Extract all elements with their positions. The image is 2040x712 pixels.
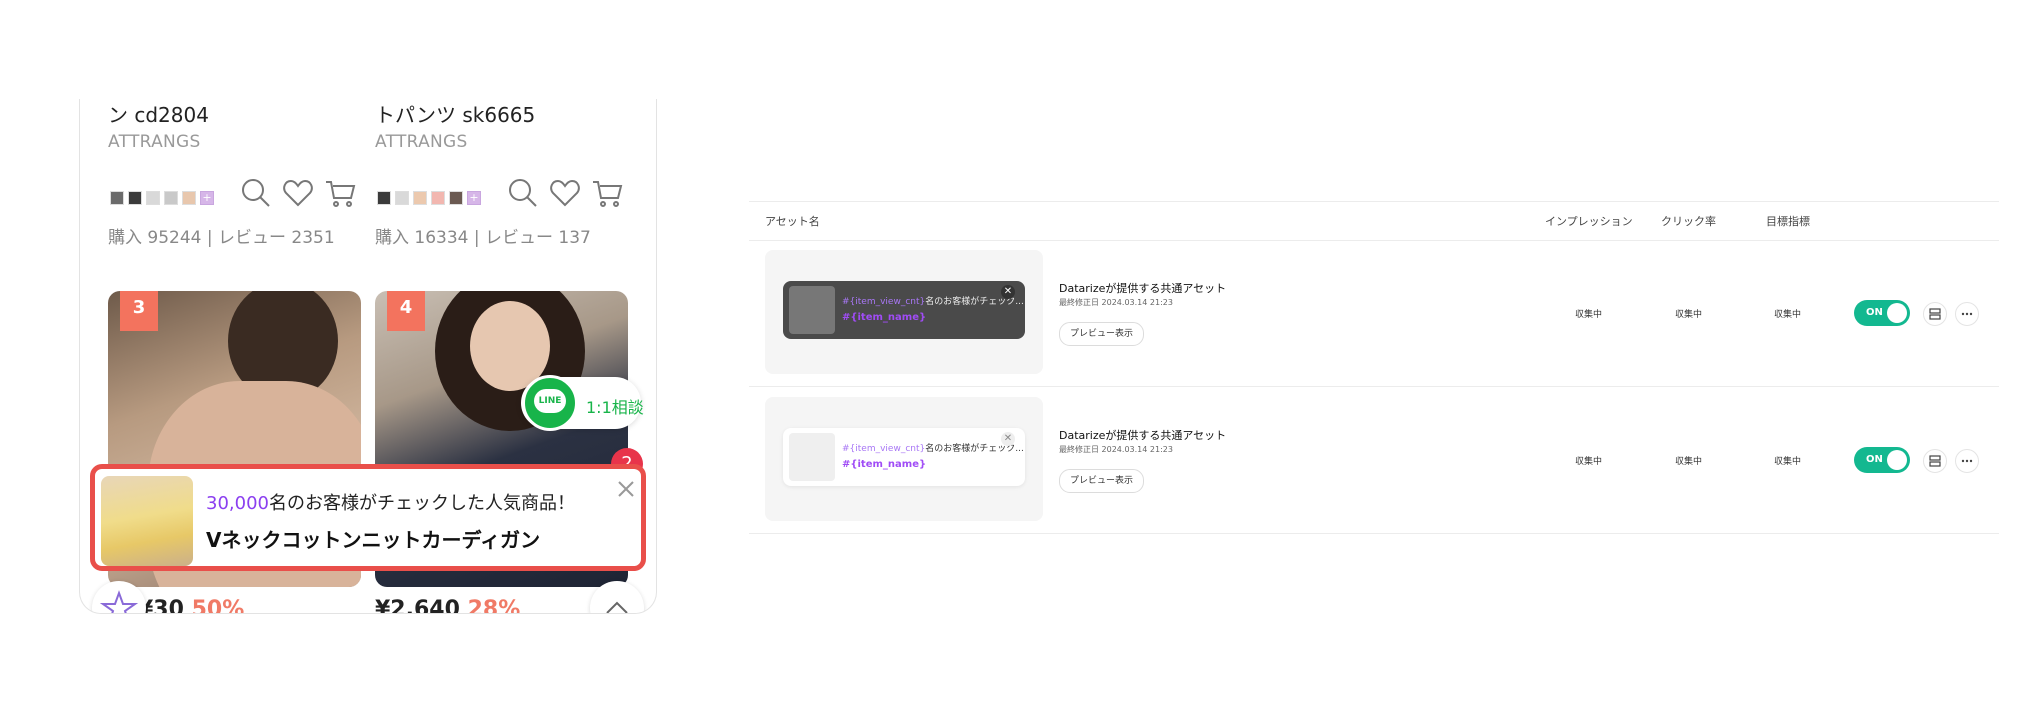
product-name[interactable]: トパンツ sk6665 xyxy=(375,99,535,128)
popup-product-name[interactable]: Vネックコットンニットカーディガン xyxy=(206,524,540,553)
discount-rate: 28% xyxy=(467,597,521,614)
search-icon[interactable] xyxy=(240,177,272,209)
asset-preview: #{item_view_cnt}名のお客様がチェック... #{item_nam… xyxy=(765,397,1043,521)
banner-message: #{item_view_cnt}名のお客様がチェック... xyxy=(842,441,1024,454)
close-icon[interactable] xyxy=(614,477,638,501)
scroll-top-button[interactable] xyxy=(590,581,644,613)
rank-badge: 3 xyxy=(120,291,158,331)
price-value: ¥2,640 xyxy=(375,597,460,614)
product-stats: 購入 95244 | レビュー 2351 xyxy=(108,228,335,248)
line-logo-icon[interactable]: LINE xyxy=(522,375,578,431)
column-asset-name: アセット名 xyxy=(765,215,820,228)
close-icon: ✕ xyxy=(1001,432,1015,446)
impressions-value: 収集中 xyxy=(1575,457,1603,467)
heart-icon[interactable] xyxy=(282,177,314,209)
product-brand: ATTRANGS xyxy=(108,132,201,152)
ellipsis-icon xyxy=(1956,457,1978,476)
table-header: アセット名 インプレッション クリック率 目標指標 xyxy=(749,201,1999,241)
active-toggle[interactable]: ON xyxy=(1854,447,1910,473)
ctr-value: 収集中 xyxy=(1675,310,1703,320)
layout-button[interactable] xyxy=(1923,302,1947,326)
column-ctr: クリック率 xyxy=(1661,215,1716,228)
product-stats: 購入 16334 | レビュー 137 xyxy=(375,228,591,248)
asset-last-modified: 最終修正日 2024.03.14 21:23 xyxy=(1059,445,1173,454)
cart-icon[interactable] xyxy=(591,177,623,209)
banner-item-name: #{item_name} xyxy=(842,459,927,470)
layout-icon xyxy=(1924,455,1946,476)
color-swatches: + xyxy=(110,191,214,205)
line-logo-text: LINE xyxy=(534,389,566,413)
banner-token: #{item_view_cnt} xyxy=(842,444,926,454)
banner-preview: #{item_view_cnt}名のお客様がチェック... #{item_nam… xyxy=(783,281,1025,339)
more-colors-icon: + xyxy=(200,191,214,205)
popular-item-popup[interactable]: 30,000名のお客様がチェックした人気商品！ Vネックコットンニットカーディガ… xyxy=(90,464,646,571)
close-icon: ✕ xyxy=(1001,285,1015,299)
color-swatch xyxy=(413,191,427,205)
preview-button[interactable]: プレビュー表示 xyxy=(1059,469,1145,493)
banner-message: #{item_view_cnt}名のお客様がチェック... xyxy=(842,294,1024,307)
cart-icon[interactable] xyxy=(324,177,356,209)
asset-preview: #{item_view_cnt}名のお客様がチェック... #{item_nam… xyxy=(765,250,1043,374)
banner-item-name: #{item_name} xyxy=(842,312,927,323)
toggle-knob xyxy=(1887,450,1907,470)
heart-icon[interactable] xyxy=(549,177,581,209)
color-swatch xyxy=(431,191,445,205)
product-name[interactable]: ン cd2804 xyxy=(108,99,209,128)
color-swatches: + xyxy=(377,191,481,205)
popup-message: 30,000名のお客様がチェックした人気商品！ xyxy=(206,489,575,515)
color-swatch xyxy=(164,191,178,205)
target-value: 収集中 xyxy=(1774,457,1802,467)
product-actions xyxy=(240,177,356,209)
color-swatch xyxy=(128,191,142,205)
more-options-button[interactable] xyxy=(1955,302,1979,326)
more-options-button[interactable] xyxy=(1955,449,1979,473)
banner-thumbnail xyxy=(789,286,835,334)
preview-button[interactable]: プレビュー表示 xyxy=(1059,322,1145,346)
layout-button[interactable] xyxy=(1923,449,1947,473)
product-price: ¥30 50% xyxy=(138,597,245,614)
column-impressions: インプレッション xyxy=(1545,215,1633,228)
popup-product-thumbnail[interactable] xyxy=(101,476,193,566)
color-swatch xyxy=(449,191,463,205)
color-swatch xyxy=(182,191,196,205)
popup-message-suffix: 名のお客様がチェックした人気商品！ xyxy=(268,493,575,514)
table-row[interactable]: #{item_view_cnt}名のお客様がチェック... #{item_nam… xyxy=(749,387,1999,534)
line-consult-label[interactable]: 1:1相談 xyxy=(586,394,644,418)
color-swatch xyxy=(110,191,124,205)
toggle-label: ON xyxy=(1866,307,1883,318)
viewer-count: 30,000 xyxy=(206,493,269,514)
product-brand: ATTRANGS xyxy=(375,132,468,152)
banner-preview: #{item_view_cnt}名のお客様がチェック... #{item_nam… xyxy=(783,428,1025,486)
layout-icon xyxy=(1924,308,1946,329)
product-price: ¥2,640 28% xyxy=(375,597,521,614)
toggle-label: ON xyxy=(1866,454,1883,465)
asset-title: Datarizeが提供する共通アセット xyxy=(1059,282,1227,295)
banner-token: #{item_view_cnt} xyxy=(842,297,926,307)
asset-title: Datarizeが提供する共通アセット xyxy=(1059,429,1227,442)
ctr-value: 収集中 xyxy=(1675,457,1703,467)
table-row[interactable]: #{item_view_cnt}名のお客様がチェック... #{item_nam… xyxy=(749,240,1999,387)
asset-last-modified: 最終修正日 2024.03.14 21:23 xyxy=(1059,298,1173,307)
rank-badge: 4 xyxy=(387,291,425,331)
banner-thumbnail xyxy=(789,433,835,481)
product-actions xyxy=(507,177,623,209)
mobile-shop-preview: ン cd2804 ATTRANGS + 購入 95244 | レビュー 2351… xyxy=(79,99,657,614)
more-colors-icon: + xyxy=(467,191,481,205)
impressions-value: 収集中 xyxy=(1575,310,1603,320)
color-swatch xyxy=(395,191,409,205)
ellipsis-icon xyxy=(1956,310,1978,329)
toggle-knob xyxy=(1887,303,1907,323)
target-value: 収集中 xyxy=(1774,310,1802,320)
search-icon[interactable] xyxy=(507,177,539,209)
favorite-star-button[interactable] xyxy=(92,581,146,613)
discount-rate: 50% xyxy=(191,597,245,614)
color-swatch xyxy=(146,191,160,205)
active-toggle[interactable]: ON xyxy=(1854,300,1910,326)
column-target: 目標指標 xyxy=(1766,215,1810,228)
color-swatch xyxy=(377,191,391,205)
